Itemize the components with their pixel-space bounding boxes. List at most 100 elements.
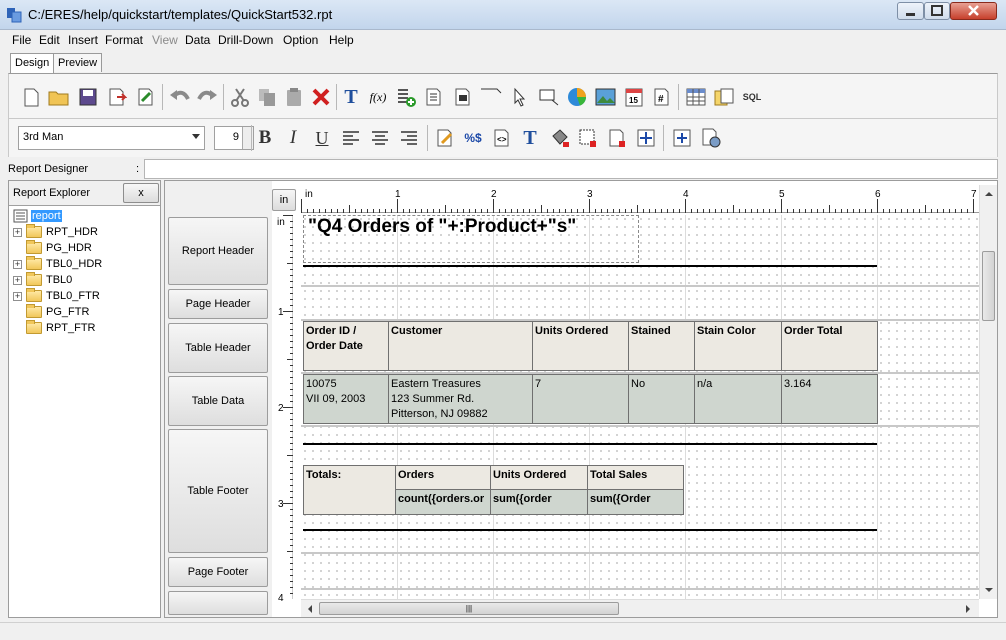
horizontal-scrollbar[interactable]: |||: [301, 599, 979, 617]
tree-item-report[interactable]: report: [13, 208, 62, 224]
menu-option[interactable]: Option: [283, 33, 318, 47]
text-icon[interactable]: T: [339, 85, 363, 109]
menu-edit[interactable]: Edit: [39, 33, 60, 47]
script-icon[interactable]: <>: [490, 126, 514, 150]
redo-icon[interactable]: [195, 85, 219, 109]
menu-format[interactable]: Format: [105, 33, 143, 47]
font-size-input[interactable]: 9: [214, 126, 254, 150]
footer-totals-label[interactable]: Totals:: [303, 465, 396, 515]
footer-units-value[interactable]: sum({order: [491, 490, 588, 515]
align-center-icon[interactable]: [368, 126, 392, 150]
report-canvas[interactable]: "Q4 Orders of "+:Product+"s" Order ID / O…: [301, 215, 979, 599]
paste-icon[interactable]: [282, 85, 306, 109]
data-units-ordered[interactable]: 7: [533, 374, 629, 424]
data-order-total[interactable]: 3.164: [782, 374, 878, 424]
tab-design[interactable]: Design: [10, 53, 55, 73]
report-title-field[interactable]: "Q4 Orders of "+:Product+"s": [303, 215, 639, 263]
bold-icon[interactable]: B: [253, 126, 277, 150]
vertical-scrollbar[interactable]: [979, 185, 997, 599]
edit-format-icon[interactable]: [433, 126, 457, 150]
footer-orders-label[interactable]: Orders: [396, 465, 491, 490]
footer-units-label[interactable]: Units Ordered: [491, 465, 588, 490]
section-page-header[interactable]: Page Header: [168, 289, 268, 319]
footer-bottom-rule[interactable]: [303, 529, 877, 531]
save-icon[interactable]: [76, 85, 100, 109]
fill-color-icon[interactable]: [548, 126, 572, 150]
sql-icon[interactable]: SQL: [740, 85, 764, 109]
copy-icon[interactable]: [255, 85, 279, 109]
header-customer[interactable]: Customer: [389, 321, 533, 371]
header-order-id[interactable]: Order ID / Order Date: [303, 321, 389, 371]
percent-dollar-icon[interactable]: %$: [461, 126, 485, 150]
border-icon[interactable]: [576, 126, 600, 150]
rectangle-icon[interactable]: [537, 85, 561, 109]
underline-icon[interactable]: U: [310, 126, 334, 150]
add-column-icon[interactable]: [394, 85, 418, 109]
menu-file[interactable]: File: [12, 33, 31, 47]
menu-help[interactable]: Help: [329, 33, 354, 47]
data-stained[interactable]: No: [629, 374, 695, 424]
image-icon[interactable]: [594, 85, 618, 109]
tree-item-rpt-ftr[interactable]: RPT_FTR: [13, 320, 96, 336]
move-icon[interactable]: [634, 126, 658, 150]
header-order-total[interactable]: Order Total: [782, 321, 878, 371]
cut-icon[interactable]: [228, 85, 252, 109]
section-report-header[interactable]: Report Header: [168, 217, 268, 285]
section-table-footer[interactable]: Table Footer: [168, 429, 268, 553]
report-header-rule[interactable]: [303, 265, 877, 267]
section-table-data[interactable]: Table Data: [168, 376, 268, 426]
insert-page-icon[interactable]: [451, 85, 475, 109]
footer-sales-label[interactable]: Total Sales: [588, 465, 684, 490]
undo-icon[interactable]: [168, 85, 192, 109]
delete-icon[interactable]: [309, 85, 333, 109]
align-right-icon[interactable]: [397, 126, 421, 150]
tree-item-tbl0-hdr[interactable]: + TBL0_HDR: [13, 256, 102, 272]
close-button[interactable]: [950, 2, 997, 20]
open-folder-icon[interactable]: [47, 85, 71, 109]
header-stain-color[interactable]: Stain Color: [695, 321, 782, 371]
vertical-scroll-thumb[interactable]: [982, 251, 995, 321]
expand-icon[interactable]: +: [13, 275, 22, 285]
menu-insert[interactable]: Insert: [68, 33, 98, 47]
edit-page-icon[interactable]: [134, 85, 158, 109]
table-icon[interactable]: [684, 85, 708, 109]
footer-top-rule[interactable]: [303, 443, 877, 445]
pie-chart-icon[interactable]: [565, 85, 589, 109]
page-icon[interactable]: [422, 85, 446, 109]
expand-icon[interactable]: +: [13, 227, 22, 237]
horizontal-scroll-thumb[interactable]: |||: [319, 602, 619, 615]
export-icon[interactable]: [105, 85, 129, 109]
section-table-header[interactable]: Table Header: [168, 323, 268, 373]
font-select[interactable]: 3rd Man: [18, 126, 205, 150]
section-report-footer[interactable]: [168, 591, 268, 615]
data-stain-color[interactable]: n/a: [695, 374, 782, 424]
scroll-up-icon[interactable]: [981, 187, 997, 201]
expand-icon[interactable]: +: [13, 259, 22, 269]
header-units-ordered[interactable]: Units Ordered: [533, 321, 629, 371]
fit-icon[interactable]: [670, 126, 694, 150]
section-page-footer[interactable]: Page Footer: [168, 557, 268, 587]
data-order-id[interactable]: 10075 VII 09, 2003: [303, 374, 389, 424]
text-color-icon[interactable]: T: [518, 126, 542, 150]
scroll-left-icon[interactable]: [303, 601, 317, 617]
new-file-icon[interactable]: [19, 85, 43, 109]
expand-icon[interactable]: +: [13, 291, 22, 301]
query-icon[interactable]: [712, 85, 736, 109]
tree-item-pg-hdr[interactable]: PG_HDR: [13, 240, 92, 256]
formula-icon[interactable]: f(x): [366, 85, 390, 109]
tree-item-rpt-hdr[interactable]: + RPT_HDR: [13, 224, 98, 240]
menu-drill-down[interactable]: Drill-Down: [218, 33, 273, 47]
units-button[interactable]: in: [272, 189, 296, 211]
date-icon[interactable]: 15: [622, 85, 646, 109]
footer-sales-value[interactable]: sum({Order: [588, 490, 684, 515]
maximize-button[interactable]: [924, 2, 950, 20]
menu-view[interactable]: View: [152, 33, 178, 47]
italic-icon[interactable]: I: [281, 126, 305, 150]
align-left-icon[interactable]: [339, 126, 363, 150]
tree-item-pg-ftr[interactable]: PG_FTR: [13, 304, 89, 320]
line-icon[interactable]: [479, 83, 503, 107]
report-designer-field[interactable]: [144, 159, 998, 179]
settings-icon[interactable]: [699, 126, 723, 150]
scroll-right-icon[interactable]: [961, 601, 975, 617]
tree-item-tbl0-ftr[interactable]: + TBL0_FTR: [13, 288, 100, 304]
